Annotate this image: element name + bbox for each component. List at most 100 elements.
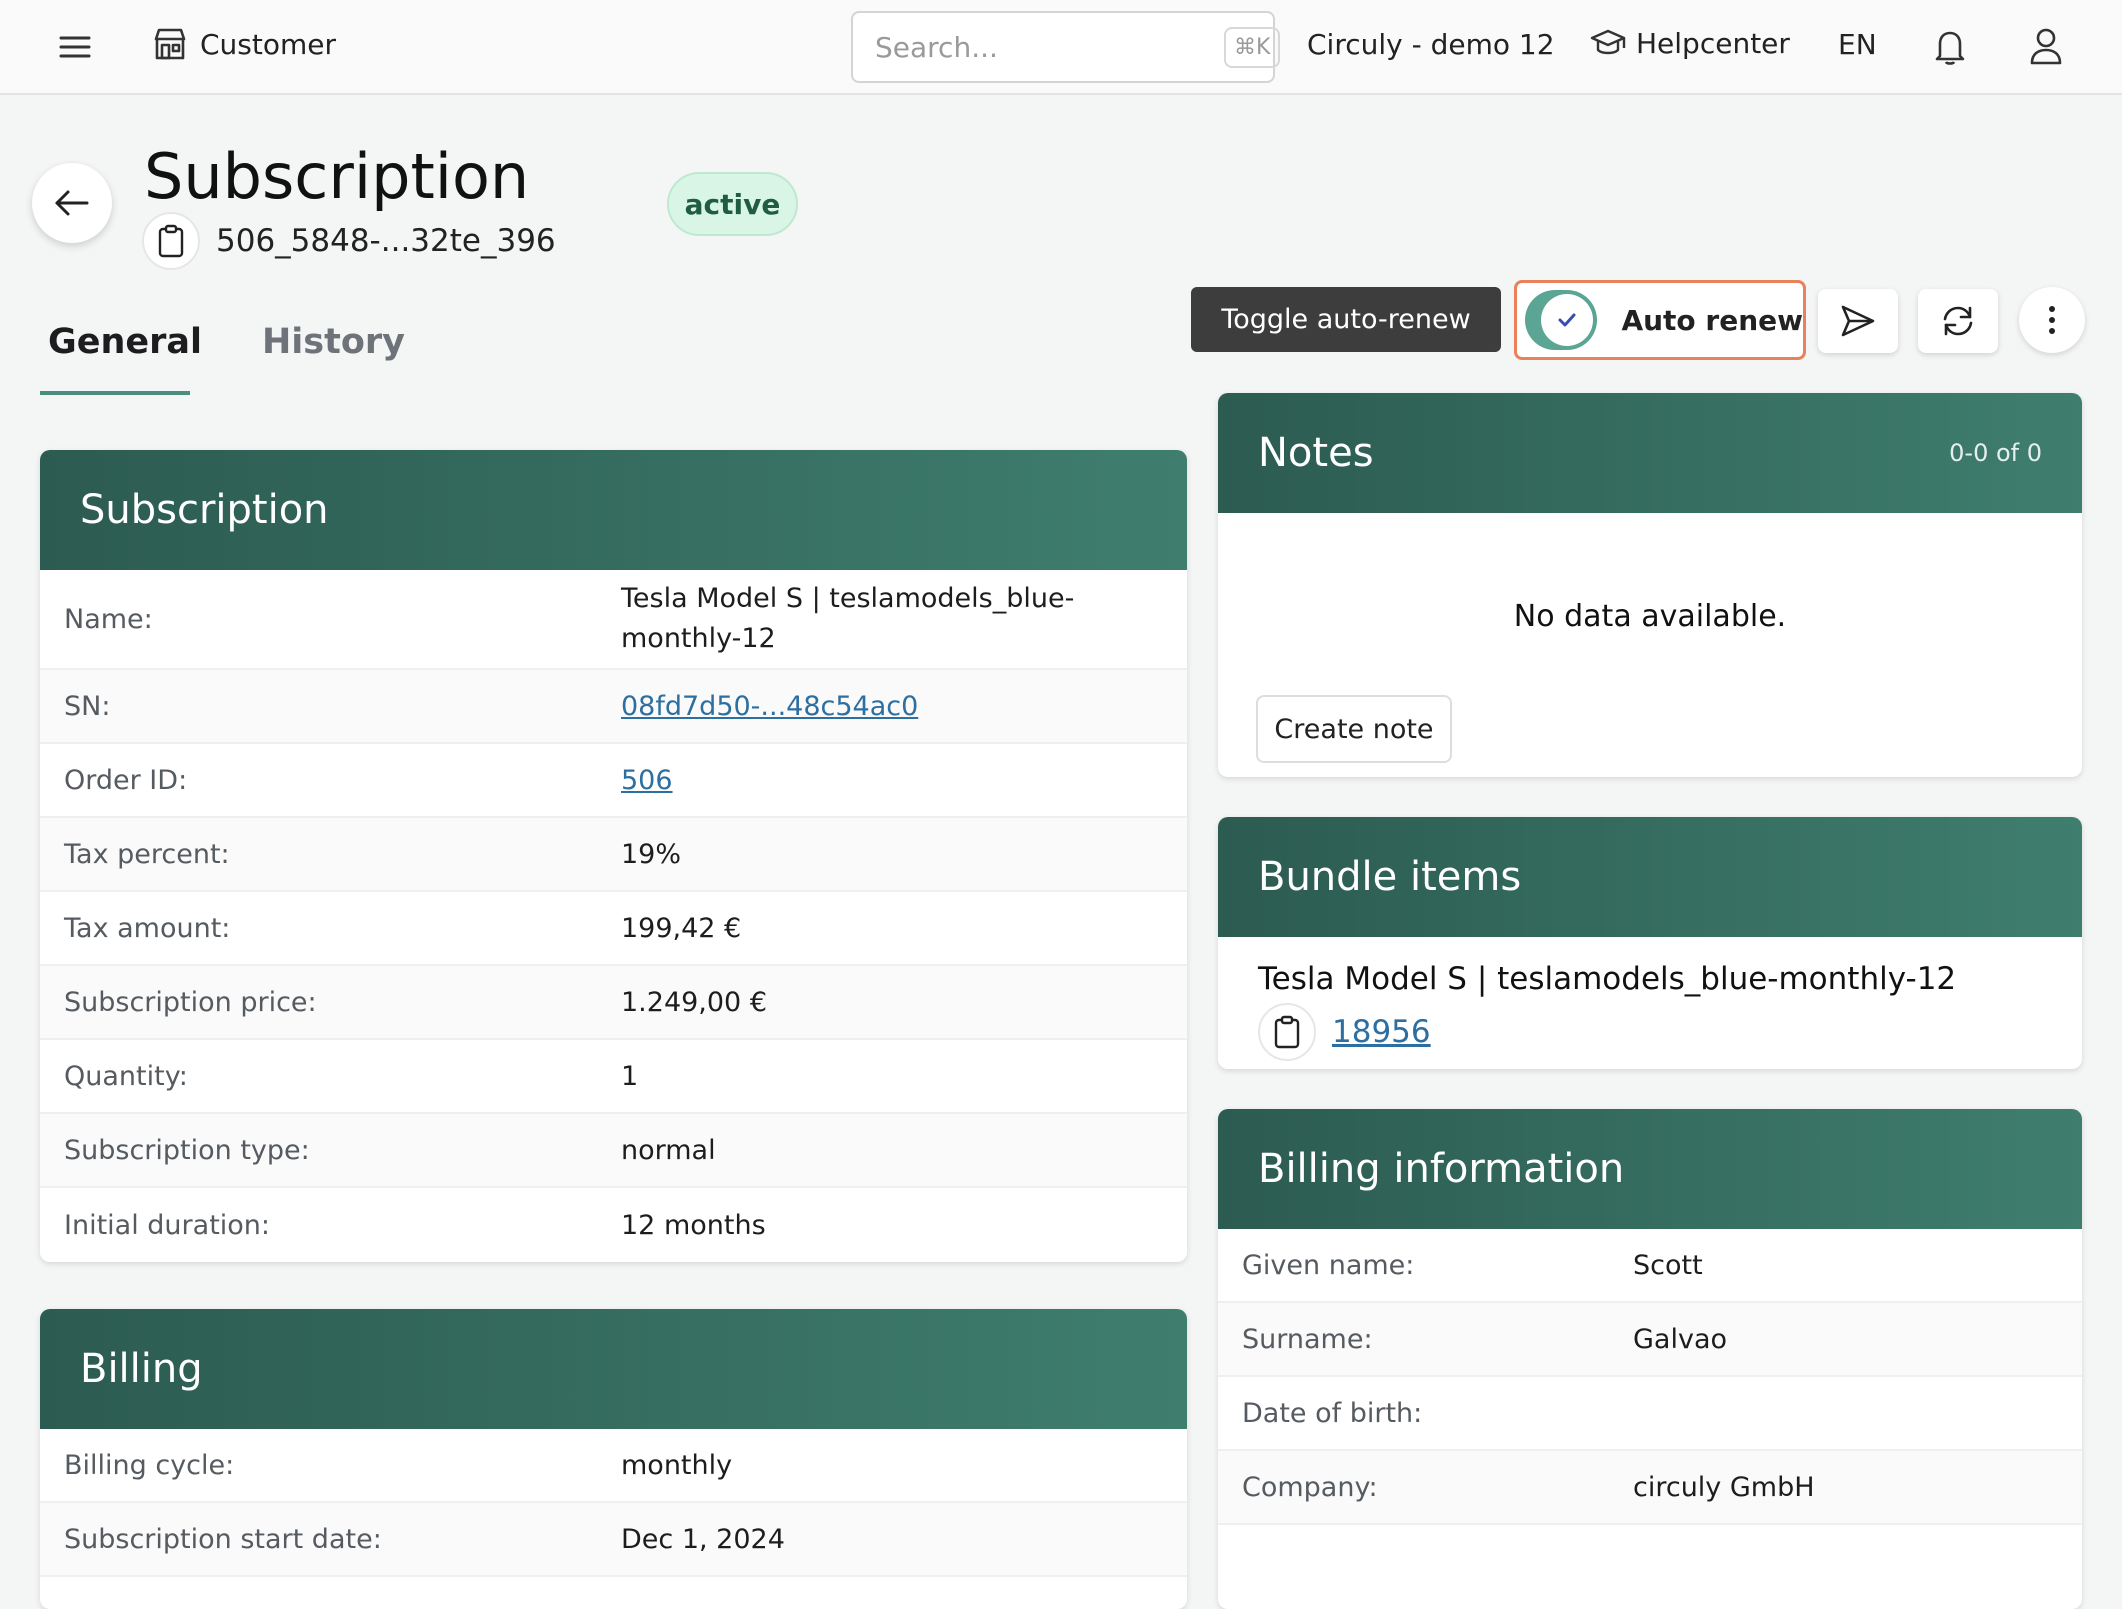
active-tab-indicator	[40, 391, 190, 395]
detail-label: Billing cycle:	[64, 1449, 235, 1481]
billing-info-row-company: Company: circuly GmbH	[1218, 1451, 2082, 1525]
bundle-items-card: Bundle items Tesla Model S | teslamodels…	[1218, 817, 2082, 1069]
detail-value: monthly	[621, 1449, 733, 1481]
notes-card-header: Notes 0-0 of 0	[1218, 393, 2082, 513]
subscription-card-header: Subscription	[40, 450, 1187, 570]
copy-bundle-id-button[interactable]	[1258, 1003, 1316, 1061]
back-button[interactable]	[32, 163, 112, 243]
billing-row-start-date: Subscription start date: Dec 1, 2024	[40, 1503, 1187, 1577]
detail-row-order-id: Order ID: 506	[40, 744, 1187, 818]
detail-value: normal	[621, 1134, 716, 1166]
detail-value: Dec 1, 2024	[621, 1523, 785, 1555]
detail-label: Given name:	[1242, 1249, 1415, 1281]
search-input[interactable]	[875, 30, 1224, 64]
detail-label: Date of birth:	[1242, 1397, 1423, 1429]
bundle-item-name: Tesla Model S | teslamodels_blue-monthly…	[1258, 961, 1957, 997]
user-icon[interactable]	[2028, 26, 2064, 66]
tab-history[interactable]: History	[262, 322, 405, 362]
detail-label: Surname:	[1242, 1323, 1373, 1355]
detail-row-tax-percent: Tax percent: 19%	[40, 818, 1187, 892]
billing-info-row-surname: Surname: Galvao	[1218, 1303, 2082, 1377]
send-button[interactable]	[1818, 289, 1898, 353]
detail-row-sn: SN: 08fd7d50-...48c54ac0	[40, 670, 1187, 744]
detail-row-quantity: Quantity: 1	[40, 1040, 1187, 1114]
search-box[interactable]: ⌘K	[851, 11, 1281, 83]
store-icon	[152, 26, 188, 62]
bundle-item-id-link[interactable]: 18956	[1332, 1014, 1431, 1050]
detail-label: Initial duration:	[64, 1209, 271, 1241]
detail-row-duration: Initial duration: 12 months	[40, 1188, 1187, 1262]
detail-value: Galvao	[1633, 1323, 1728, 1355]
helpcenter-label: Helpcenter	[1636, 26, 1790, 60]
order-id-link[interactable]: 506	[621, 765, 673, 796]
detail-value: Tesla Model S | teslamodels_blue-monthly…	[621, 583, 1075, 654]
detail-label: SN:	[64, 690, 111, 722]
subscription-id-row: 506_5848-...32te_396	[142, 212, 556, 270]
auto-renew-label: Auto renew	[1621, 303, 1803, 337]
customer-link[interactable]: Customer	[152, 26, 336, 62]
arrow-left-icon	[53, 188, 91, 218]
notes-card: Notes 0-0 of 0 No data available. Create…	[1218, 393, 2082, 777]
auto-renew-tooltip: Toggle auto-renew	[1191, 287, 1501, 352]
notes-body: No data available. Create note	[1218, 513, 2082, 777]
tab-general[interactable]: General	[48, 322, 202, 362]
language-selector[interactable]: EN	[1838, 28, 1877, 61]
refresh-icon	[1940, 303, 1976, 339]
clipboard-icon	[1273, 1015, 1301, 1049]
detail-value: circuly GmbH	[1633, 1471, 1815, 1503]
customer-label: Customer	[200, 27, 337, 61]
billing-card-title: Billing	[80, 1346, 203, 1392]
detail-value: Scott	[1633, 1249, 1703, 1281]
detail-label: Quantity:	[64, 1060, 188, 1092]
helpcenter-link[interactable]: Helpcenter	[1590, 26, 1790, 60]
detail-value: 1.249,00 €	[621, 986, 767, 1018]
bundle-item: Tesla Model S | teslamodels_blue-monthly…	[1218, 937, 2082, 1069]
billing-card-header: Billing	[40, 1309, 1187, 1429]
detail-label: Tax amount:	[64, 912, 231, 944]
status-badge: active	[667, 172, 798, 236]
more-vertical-icon	[2048, 305, 2056, 335]
notes-card-title: Notes	[1258, 430, 1374, 476]
bundle-card-title: Bundle items	[1258, 854, 1522, 900]
bundle-card-header: Bundle items	[1218, 817, 2082, 937]
copy-id-button[interactable]	[142, 212, 200, 270]
switch-knob	[1541, 294, 1594, 346]
billing-info-row-dob: Date of birth:	[1218, 1377, 2082, 1451]
bundle-item-id-row: 18956	[1258, 1003, 2042, 1061]
no-data-message: No data available.	[1513, 599, 1787, 634]
billing-card: Billing Billing cycle: monthly Subscript…	[40, 1309, 1187, 1609]
workspace-label: Circuly - demo 12	[1307, 28, 1555, 61]
create-note-button[interactable]: Create note	[1256, 695, 1452, 763]
detail-row-price: Subscription price: 1.249,00 €	[40, 966, 1187, 1040]
more-options-button[interactable]	[2019, 287, 2085, 353]
auto-renew-toggle[interactable]: Auto renew	[1514, 280, 1806, 360]
detail-row-type: Subscription type: normal	[40, 1114, 1187, 1188]
detail-value: 199,42 €	[621, 912, 742, 944]
billing-info-row-given-name: Given name: Scott	[1218, 1229, 2082, 1303]
detail-value: 1	[621, 1060, 639, 1092]
subscription-details: Name: Tesla Model S | teslamodels_blue-m…	[40, 570, 1187, 1262]
notes-count: 0-0 of 0	[1949, 439, 2042, 467]
language-label: EN	[1838, 28, 1877, 61]
detail-label: Order ID:	[64, 764, 188, 796]
workspace-selector[interactable]: Circuly - demo 12	[1307, 28, 1555, 61]
page-title: Subscription	[144, 140, 530, 213]
bell-icon[interactable]	[1932, 28, 1968, 66]
subscription-card-title: Subscription	[80, 487, 329, 533]
clipboard-icon	[157, 224, 185, 258]
send-icon	[1839, 303, 1877, 339]
billing-row-cycle: Billing cycle: monthly	[40, 1429, 1187, 1503]
detail-label: Subscription type:	[64, 1134, 310, 1166]
billing-info-card-title: Billing information	[1258, 1146, 1625, 1192]
billing-information-card: Billing information Given name: Scott Su…	[1218, 1109, 2082, 1609]
detail-label: Subscription price:	[64, 986, 317, 1018]
detail-label: Tax percent:	[64, 838, 230, 870]
search-shortcut-badge: ⌘K	[1224, 26, 1281, 68]
auto-renew-switch[interactable]	[1525, 290, 1598, 350]
sn-link[interactable]: 08fd7d50-...48c54ac0	[621, 691, 918, 722]
detail-row-name: Name: Tesla Model S | teslamodels_blue-m…	[40, 570, 1187, 670]
check-icon	[1556, 311, 1578, 329]
menu-icon[interactable]	[58, 32, 92, 62]
refresh-button[interactable]	[1918, 289, 1998, 353]
detail-row-tax-amount: Tax amount: 199,42 €	[40, 892, 1187, 966]
